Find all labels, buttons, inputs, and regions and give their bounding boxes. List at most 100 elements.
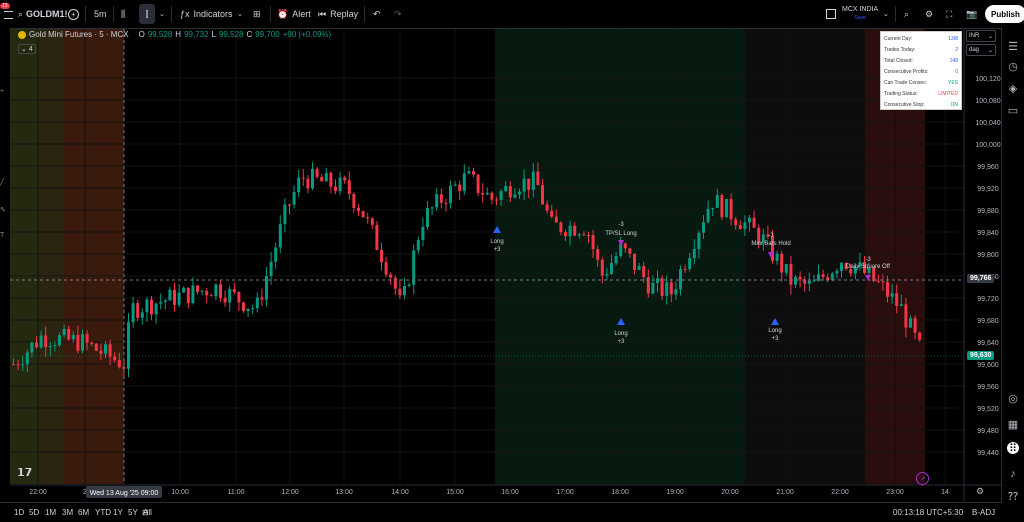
right-sidebar: ☰ ◷ ◈ ▭ ◎ ▦ ⠿ ♪ ⁇: [1001, 28, 1024, 521]
exit-points-label: -3: [618, 222, 624, 228]
layout-title: MCX INDIA: [842, 6, 879, 13]
indicators-button[interactable]: ƒx Indicators: [180, 0, 233, 28]
candle-body: [85, 334, 89, 343]
interval-button[interactable]: 5m: [94, 0, 107, 28]
layout-save-button[interactable]: MCX INDIA Save: [842, 0, 878, 28]
long-entry-label: Long: [614, 331, 627, 337]
symbol-label: GOLDM1!: [26, 9, 68, 19]
candle-body: [16, 364, 20, 366]
range-button-1y[interactable]: 1Y: [113, 503, 123, 522]
candle-body: [173, 289, 176, 305]
trendline-tool-icon[interactable]: ╱: [0, 178, 8, 186]
square-icon: [826, 9, 836, 19]
session-shade: [64, 28, 124, 484]
products-icon[interactable]: ⠿: [1007, 442, 1019, 455]
publish-button[interactable]: Publish: [985, 5, 1024, 23]
legend-collapse-button[interactable]: ⌄ 4: [18, 44, 36, 54]
range-button-1d[interactable]: 1D: [14, 503, 24, 522]
candles-style-button[interactable]: ⫿: [139, 4, 155, 24]
replay-marker-icon[interactable]: ↗: [916, 472, 929, 485]
indicators-dropdown[interactable]: ⌄: [237, 0, 243, 28]
candle-body: [334, 186, 337, 192]
crosshair-tool-icon[interactable]: +: [0, 88, 8, 96]
adjustment-button[interactable]: B-ADJ: [972, 503, 995, 522]
candle-body: [278, 224, 282, 248]
watchlist-icon[interactable]: ☰: [1007, 40, 1019, 53]
candle-body: [669, 282, 673, 295]
redo-button[interactable]: ↷: [394, 0, 402, 28]
help-icon[interactable]: ⁇: [1007, 490, 1019, 503]
tradingview-logo-icon[interactable]: 𝟭𝟳: [17, 466, 32, 479]
price-scale-label: 99,920: [977, 186, 999, 193]
publish-label: Publish: [991, 9, 1020, 19]
candle-body: [909, 318, 912, 328]
symbol-search[interactable]: ⌕ GOLDM1!: [18, 0, 68, 28]
settings-button[interactable]: ⚙: [925, 0, 933, 28]
candle-body: [251, 308, 255, 310]
compass-icon[interactable]: ◎: [1007, 392, 1019, 405]
currency-selector[interactable]: INR ⌄: [966, 30, 996, 42]
layers-icon[interactable]: ◈: [1007, 82, 1019, 95]
exit-points-label: -3: [768, 233, 774, 239]
candle-body: [734, 219, 738, 226]
fullscreen-layout-button[interactable]: [826, 0, 836, 28]
candle-body: [421, 226, 425, 241]
notifications-bell-icon[interactable]: ♪: [1007, 468, 1019, 480]
quick-search-button[interactable]: ⌕: [904, 0, 909, 28]
range-button-1m[interactable]: 1M: [45, 503, 56, 522]
candle-body: [67, 328, 71, 340]
candle-body: [352, 193, 356, 208]
stats-value: 13/8: [948, 36, 958, 42]
unit-selector[interactable]: dag ⌄: [966, 44, 996, 56]
candle-body: [881, 281, 885, 283]
stats-label: Consecutive Profits:: [884, 69, 929, 75]
brush-tool-icon[interactable]: ✎: [0, 206, 8, 214]
series-title[interactable]: Gold Mini Futures · 5 · MCX: [29, 30, 129, 39]
candle-body: [90, 342, 94, 344]
candle-body: [817, 274, 820, 281]
candle-body: [131, 303, 135, 323]
bars-style-button[interactable]: ⫼: [121, 0, 125, 28]
date-range-icon[interactable]: ⊟: [142, 503, 149, 522]
gear-icon: ⚙: [925, 8, 934, 19]
range-button-6m[interactable]: 6M: [78, 503, 89, 522]
clock-display[interactable]: 00:13:18 UTC+5:30: [893, 503, 963, 522]
range-button-3m[interactable]: 3M: [62, 503, 73, 522]
range-button-5d[interactable]: 5D: [29, 503, 39, 522]
compare-button[interactable]: +: [68, 0, 79, 28]
menu-button[interactable]: 13: [0, 0, 16, 28]
text-tool-icon[interactable]: T: [0, 232, 8, 240]
calendar-icon[interactable]: ▦: [1007, 418, 1019, 431]
layouts-button[interactable]: ⊞: [253, 0, 261, 28]
snapshot-button[interactable]: 📷: [966, 0, 977, 28]
undo-button[interactable]: ↶: [373, 0, 381, 28]
layout-dropdown[interactable]: ⌄: [883, 0, 889, 28]
range-button-ytd[interactable]: YTD: [95, 503, 111, 522]
time-axis-label: 21:00: [776, 489, 794, 496]
stats-row: Consecutive Profits: 0: [884, 67, 958, 77]
candle-body: [338, 177, 342, 192]
hamburger-icon: [4, 11, 13, 19]
indicators-icon: ƒx: [180, 9, 190, 19]
calendar-range-icon: ⊟: [142, 508, 149, 517]
time-axis-label: 22:00: [29, 489, 47, 496]
axis-settings-icon[interactable]: ⚙: [976, 486, 984, 497]
candle-body: [375, 224, 379, 250]
chart-type-dropdown[interactable]: ⌄: [159, 0, 165, 28]
price-chart[interactable]: 100,120 100,080 100,040 100,000 99,960 99,920…: [0, 0, 1024, 521]
candle-body: [490, 192, 494, 200]
fullscreen-button[interactable]: ⛶: [946, 0, 952, 28]
stats-label: Can Trade Consec:: [884, 80, 928, 86]
candle-body: [370, 218, 374, 225]
candle-body: [504, 186, 508, 192]
replay-button[interactable]: ⏮ Replay: [318, 0, 358, 28]
stats-label: Current Day:: [884, 36, 913, 42]
alerts-clock-icon[interactable]: ◷: [1007, 60, 1019, 73]
stats-label: Trading Status:: [884, 91, 918, 97]
chat-icon[interactable]: ▭: [1007, 104, 1019, 117]
alert-button[interactable]: ⏰ Alert: [277, 0, 311, 28]
candle-body: [39, 335, 43, 348]
range-button-5y[interactable]: 5Y: [128, 503, 138, 522]
candle-body: [499, 191, 503, 200]
candle-body: [35, 342, 38, 348]
